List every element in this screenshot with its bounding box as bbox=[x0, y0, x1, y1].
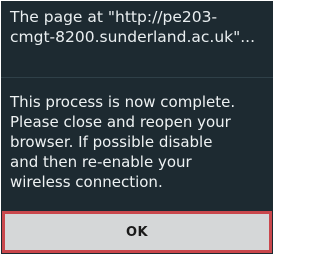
dialog-message: This process is now complete. Please clo… bbox=[10, 93, 236, 191]
title-divider bbox=[1, 77, 273, 78]
alert-dialog: The page at "http://pe203- cmgt-8200.sun… bbox=[1, 1, 273, 254]
ok-button[interactable]: OK bbox=[2, 211, 272, 253]
dialog-title: The page at "http://pe203- cmgt-8200.sun… bbox=[10, 8, 256, 46]
ok-button-label: OK bbox=[125, 224, 149, 240]
